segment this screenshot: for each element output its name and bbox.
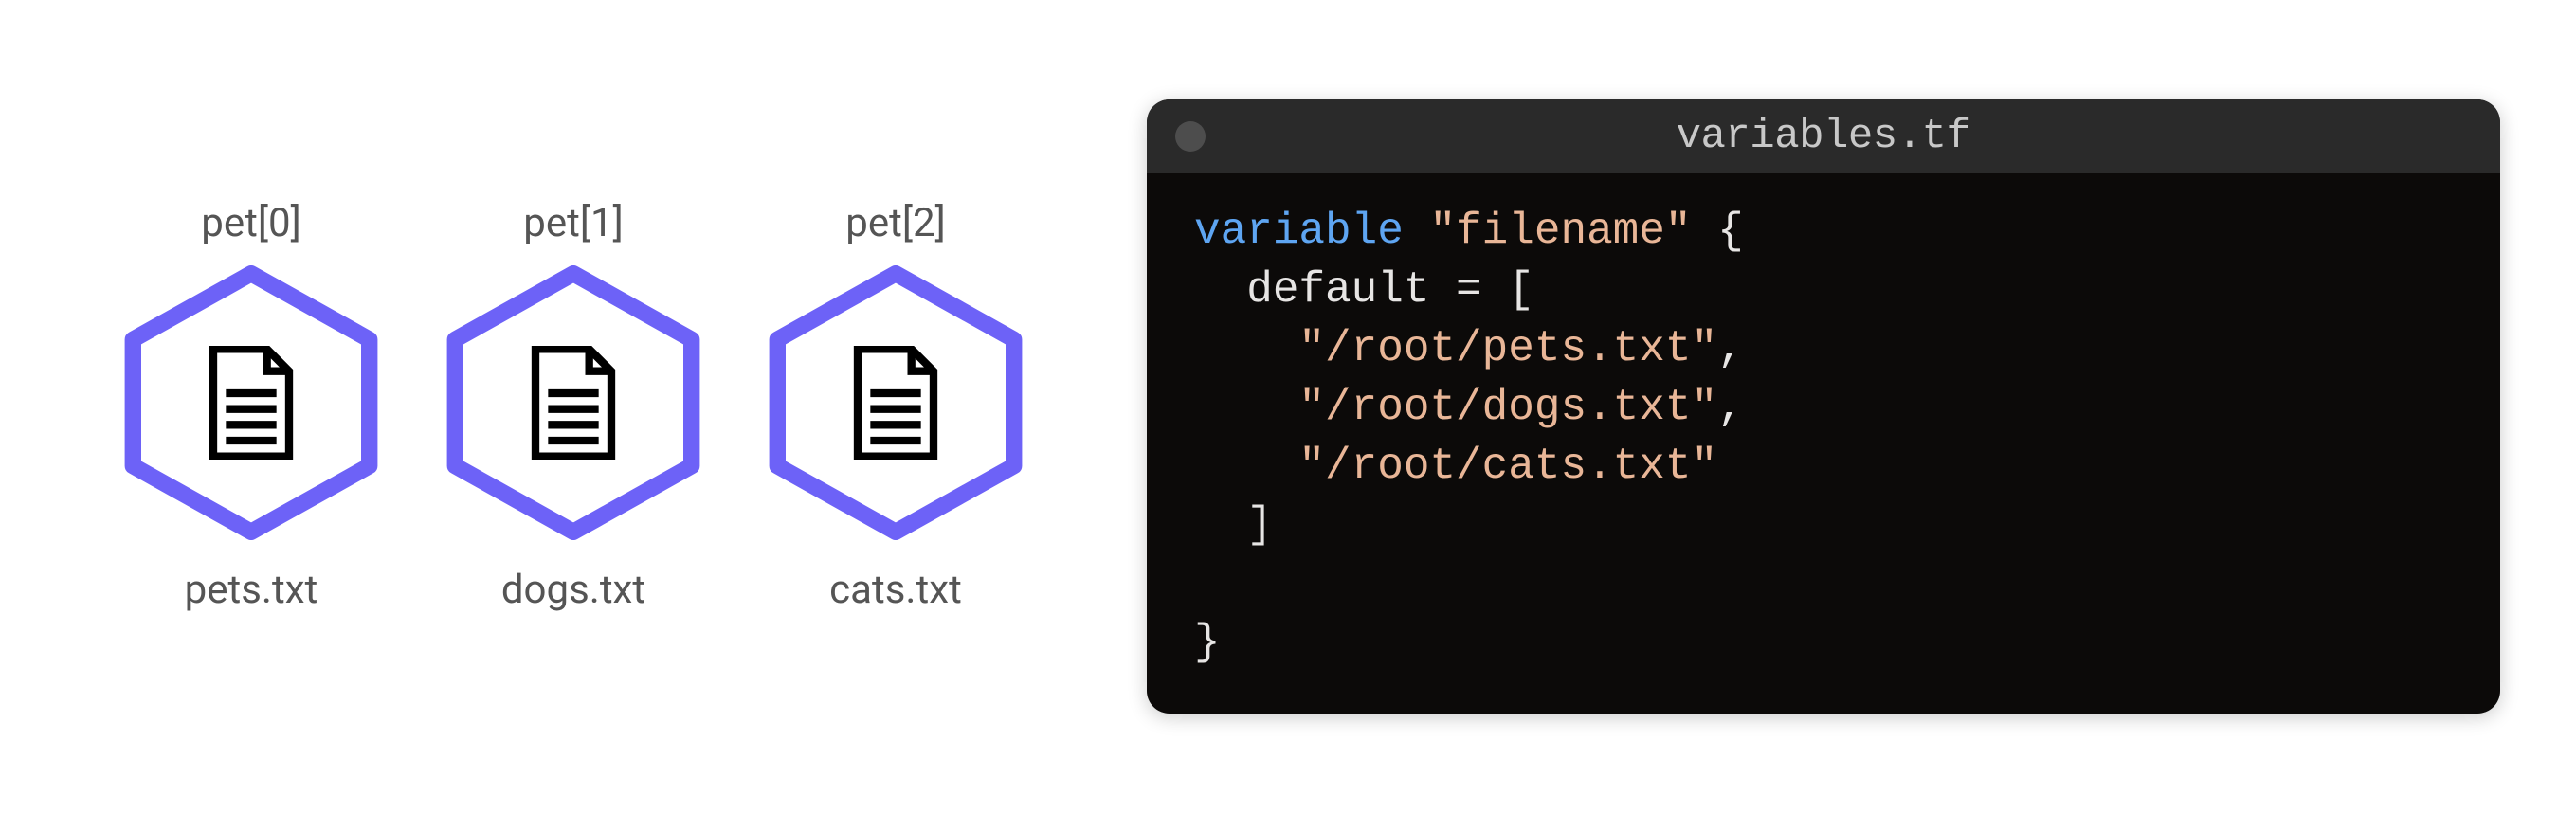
resource-filename-label: cats.txt [829, 567, 962, 613]
file-icon [848, 346, 943, 460]
code-array-value: "/root/cats.txt" [1298, 442, 1717, 491]
resource-item: pet[2] cats.txt [758, 200, 1033, 613]
file-icon [204, 346, 299, 460]
code-keyword: variable [1194, 207, 1404, 256]
resources-panel: pet[0] pets.txt [76, 99, 1033, 714]
editor-filename: variables.tf [1677, 113, 1971, 160]
editor-window: variables.tf variable "filename" { defau… [1147, 99, 2500, 714]
editor-titlebar: variables.tf [1147, 99, 2500, 173]
resource-index-label: pet[2] [845, 200, 945, 246]
diagram-layout: pet[0] pets.txt [0, 99, 2576, 714]
hexagon-icon [436, 265, 711, 540]
file-icon [526, 346, 621, 460]
hexagon-icon [758, 265, 1033, 540]
code-prop: default [1246, 265, 1429, 315]
resource-index-label: pet[1] [523, 200, 623, 246]
code-bracket-open: [ [1508, 265, 1534, 315]
resource-item: pet[0] pets.txt [114, 200, 389, 613]
code-eq: = [1429, 265, 1508, 315]
resource-filename-label: dogs.txt [501, 567, 645, 613]
code-array-value: "/root/pets.txt" [1298, 324, 1717, 373]
resource-filename-label: pets.txt [185, 567, 318, 613]
editor-panel: variables.tf variable "filename" { defau… [1147, 99, 2500, 714]
code-bracket-close: ] [1246, 500, 1273, 550]
code-brace-close: } [1194, 618, 1221, 667]
resource-index-label: pet[0] [201, 200, 300, 246]
window-control-dot-icon [1175, 121, 1206, 152]
code-comma: , [1717, 383, 1744, 432]
code-brace-open: { [1717, 207, 1744, 256]
code-array-value: "/root/dogs.txt" [1298, 383, 1717, 432]
code-comma: , [1717, 324, 1744, 373]
hexagon-icon [114, 265, 389, 540]
resource-item: pet[1] dogs.txt [436, 200, 711, 613]
code-block-name: "filename" [1429, 207, 1691, 256]
editor-body: variable "filename" { default = [ "/root… [1147, 173, 2500, 714]
